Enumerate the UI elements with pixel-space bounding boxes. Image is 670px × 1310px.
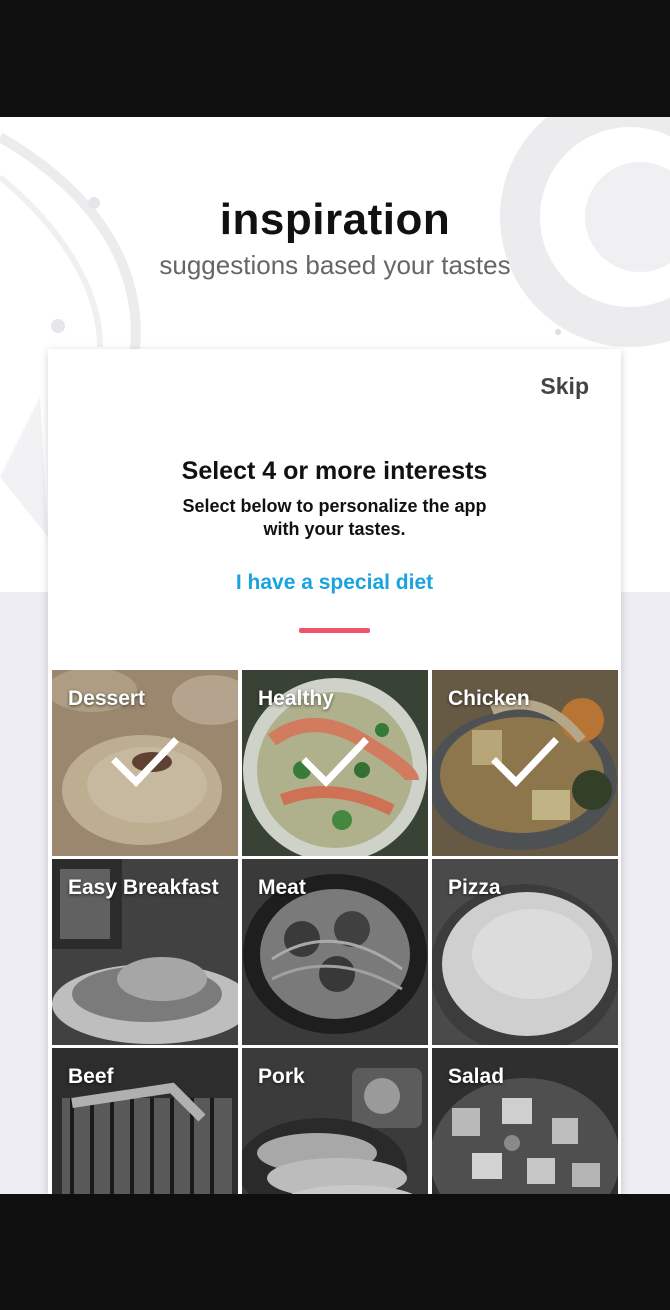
skip-button[interactable]: Skip	[540, 373, 589, 400]
interest-tile-easy-breakfast[interactable]: Easy Breakfast	[52, 859, 238, 1045]
interest-tile-salad[interactable]: Salad	[432, 1048, 618, 1194]
interest-label: Dessert	[68, 687, 146, 710]
special-diet-link[interactable]: I have a special diet	[48, 571, 621, 595]
interest-label: Chicken	[448, 687, 530, 710]
interest-tile-beef[interactable]: Beef	[52, 1048, 238, 1194]
interest-label: Pizza	[448, 876, 501, 899]
checkmark-icon	[111, 737, 179, 788]
interest-tile-meat[interactable]: Meat	[242, 859, 428, 1045]
interest-label: Beef	[68, 1065, 114, 1088]
interest-label: Meat	[258, 876, 306, 899]
page-title: inspiration	[219, 195, 451, 244]
app-screen: inspiration suggestions based your taste…	[0, 117, 670, 1194]
status-bar	[0, 0, 670, 117]
checkmark-icon	[491, 737, 559, 788]
interest-tile-chicken[interactable]: Chicken	[432, 670, 618, 856]
interest-tile-dessert[interactable]: Dessert	[52, 670, 238, 856]
interest-tile-pork[interactable]: Pork	[242, 1048, 428, 1194]
card-description: Select below to personalize the app with…	[182, 496, 487, 539]
card-title: Select 4 or more interests	[181, 457, 488, 485]
page-subtitle: suggestions based your tastes	[159, 250, 511, 280]
checkmark-icon	[301, 737, 369, 788]
interest-tile-healthy[interactable]: Healthy	[242, 670, 428, 856]
interests-card: Skip Select 4 or more interests Select b…	[48, 349, 621, 1194]
interest-label: Salad	[448, 1065, 505, 1088]
interest-label: Healthy	[258, 687, 334, 710]
interest-label: Easy Breakfast	[68, 876, 219, 899]
interest-label: Pork	[258, 1065, 305, 1088]
accent-divider	[299, 628, 370, 633]
interest-tile-pizza[interactable]: Pizza	[432, 859, 618, 1045]
navigation-bar	[0, 1194, 670, 1310]
